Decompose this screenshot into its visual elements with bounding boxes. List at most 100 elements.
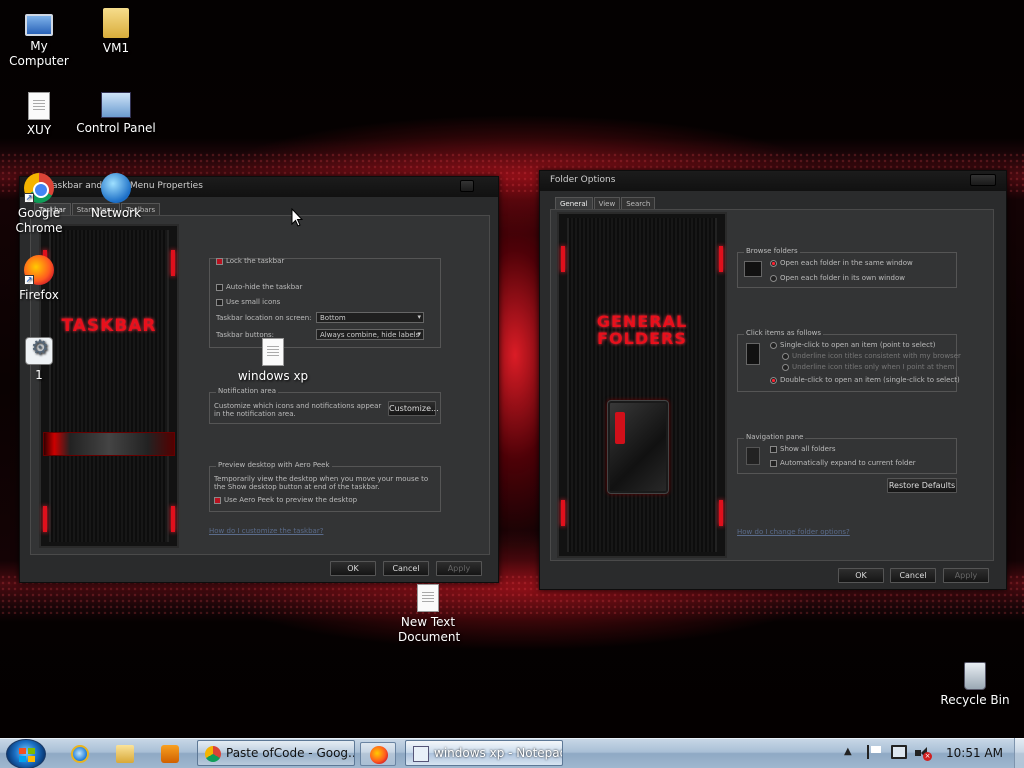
checkbox[interactable]	[216, 257, 223, 265]
radio[interactable]	[770, 341, 777, 349]
restore-defaults-button[interactable]: Restore Defaults	[887, 478, 957, 493]
checkbox[interactable]	[770, 459, 777, 467]
desktop-icon-vm1[interactable]: VM1	[76, 8, 156, 56]
radio[interactable]	[782, 352, 789, 360]
red-light	[43, 506, 47, 532]
own-window-option[interactable]: Open each folder in its own window	[770, 274, 905, 282]
desktop-icon-label: windows xp	[237, 369, 309, 383]
chrome-icon	[205, 746, 221, 762]
taskbar-item-chrome[interactable]: Paste ofCode - Goog...	[197, 740, 355, 766]
underline-browser-option[interactable]: Underline icon titles consistent with my…	[782, 352, 961, 360]
notification-text: Customize which icons and notifications …	[214, 402, 382, 418]
buttons-select[interactable]: Always combine, hide labels	[316, 329, 424, 340]
double-click-option[interactable]: Double-click to open an item (single-cli…	[770, 376, 960, 384]
customize-button[interactable]: Customize...	[388, 401, 439, 416]
cancel-button[interactable]: Cancel	[890, 568, 936, 583]
aero-peek-text: Temporarily view the desktop when you mo…	[214, 475, 429, 491]
text-document-icon	[417, 584, 439, 612]
pinned-explorer[interactable]	[107, 742, 143, 766]
small-icons-option[interactable]: Use small icons	[216, 298, 280, 306]
action-center-flag-icon[interactable]	[867, 745, 881, 759]
notification-area-group: Notification area Customize which icons …	[209, 387, 441, 424]
click-title: Click items as follows	[744, 329, 824, 337]
ok-button[interactable]: OK	[838, 568, 884, 583]
desktop-icon-label: Firefox	[19, 288, 59, 302]
taskbar-item-notepad[interactable]: windows xp - Notepad	[405, 740, 563, 766]
desktop-icon-control-panel[interactable]: Control Panel	[76, 92, 156, 136]
taskbar-help-link[interactable]: How do I customize the taskbar?	[209, 527, 323, 535]
desktop-icon-recycle-bin[interactable]: Recycle Bin	[935, 662, 1015, 708]
folder-options-help-link[interactable]: How do I change folder options?	[737, 528, 850, 536]
text-document-icon	[262, 338, 284, 366]
desktop-icon-network[interactable]: Network	[76, 173, 156, 221]
nav-title: Navigation pane	[744, 433, 806, 441]
system-clock[interactable]: 10:51 AM	[946, 746, 1003, 760]
red-light	[561, 500, 565, 526]
red-light	[171, 250, 175, 276]
desktop-icon-label: 1	[35, 368, 43, 382]
taskbar-item-firefox[interactable]	[360, 742, 396, 766]
show-desktop-button[interactable]	[1014, 738, 1024, 768]
network-tray-icon[interactable]	[891, 745, 907, 759]
aero-peek-group: Preview desktop with Aero Peek Temporari…	[209, 461, 441, 512]
red-light	[719, 500, 723, 526]
folder-options-window: Folder Options General View Search GENERAL…	[539, 170, 1007, 590]
window-titlebar: Folder Options	[540, 171, 1006, 191]
desktop-icon-windows-xp[interactable]: windows xp	[233, 338, 313, 384]
underline-point-option[interactable]: Underline icon titles only when I point …	[782, 363, 954, 371]
firefox-icon	[370, 746, 388, 764]
desktop-icon-label: Network	[90, 206, 142, 220]
desktop-icon-xuy[interactable]: XUY	[0, 92, 79, 138]
cancel-button[interactable]: Cancel	[383, 561, 429, 576]
single-click-option[interactable]: Single-click to open an item (point to s…	[770, 341, 935, 349]
start-button[interactable]	[6, 739, 46, 768]
show-hidden-icons-button[interactable]: ▲	[844, 746, 852, 757]
desktop-icon-my-computer[interactable]: My Computer	[0, 8, 79, 69]
desktop-icon-label: Recycle Bin	[940, 693, 1010, 707]
pinned-internet-explorer[interactable]	[62, 742, 98, 766]
media-player-icon	[161, 745, 179, 763]
taskbar-item-label: windows xp - Notepad	[434, 746, 563, 760]
pinned-media-player[interactable]	[152, 742, 188, 766]
desktop-icon-label: Google Chrome	[15, 206, 63, 235]
desktop-icon-label: XUY	[26, 123, 52, 137]
volume-muted-icon[interactable]: ×	[915, 746, 932, 761]
aero-peek-option[interactable]: Use Aero Peek to preview the desktop	[214, 496, 357, 504]
close-button[interactable]	[970, 174, 996, 186]
radio[interactable]	[782, 363, 789, 371]
notification-title: Notification area	[216, 387, 278, 395]
desktop-icon-1[interactable]: 1	[0, 337, 79, 383]
browse-title: Browse folders	[744, 247, 800, 255]
folders-preview-image: GENERAL FOLDERS	[557, 212, 727, 558]
apply-button[interactable]: Apply	[436, 561, 482, 576]
auto-expand-option[interactable]: Automatically expand to current folder	[770, 459, 916, 467]
apply-button[interactable]: Apply	[943, 568, 989, 583]
nav-illustration-icon	[746, 447, 760, 465]
radio[interactable]	[770, 376, 777, 384]
radio[interactable]	[770, 259, 777, 267]
autohide-option[interactable]: Auto-hide the taskbar	[216, 283, 302, 291]
desktop-icon-label: Control Panel	[76, 121, 156, 135]
lock-taskbar-option[interactable]: Lock the taskbar	[216, 257, 284, 265]
aero-peek-title: Preview desktop with Aero Peek	[216, 461, 332, 469]
checkbox[interactable]	[216, 298, 223, 306]
firefox-icon: ↗	[24, 255, 54, 285]
desktop-icon-new-text-document[interactable]: New Text Document	[388, 584, 468, 645]
minimize-button[interactable]	[460, 180, 474, 192]
location-select[interactable]: Bottom	[316, 312, 424, 323]
preview-title: TASKBAR	[61, 316, 157, 336]
show-all-folders-option[interactable]: Show all folders	[770, 445, 835, 453]
checkbox[interactable]	[216, 283, 223, 291]
checkbox[interactable]	[214, 496, 221, 504]
notepad-icon	[413, 746, 429, 762]
red-light	[561, 246, 565, 272]
checkbox[interactable]	[770, 445, 777, 453]
desktop-icon-firefox[interactable]: ↗ Firefox	[0, 255, 79, 303]
tab-content-pane: GENERAL FOLDERS Browse folders Open each…	[550, 209, 994, 561]
ok-button[interactable]: OK	[330, 561, 376, 576]
same-window-option[interactable]: Open each folder in the same window	[770, 259, 913, 267]
radio[interactable]	[770, 274, 777, 282]
chrome-icon: ↗	[24, 173, 54, 203]
desktop-icon-chrome[interactable]: ↗ Google Chrome	[0, 173, 79, 236]
browse-illustration-icon	[744, 261, 762, 277]
